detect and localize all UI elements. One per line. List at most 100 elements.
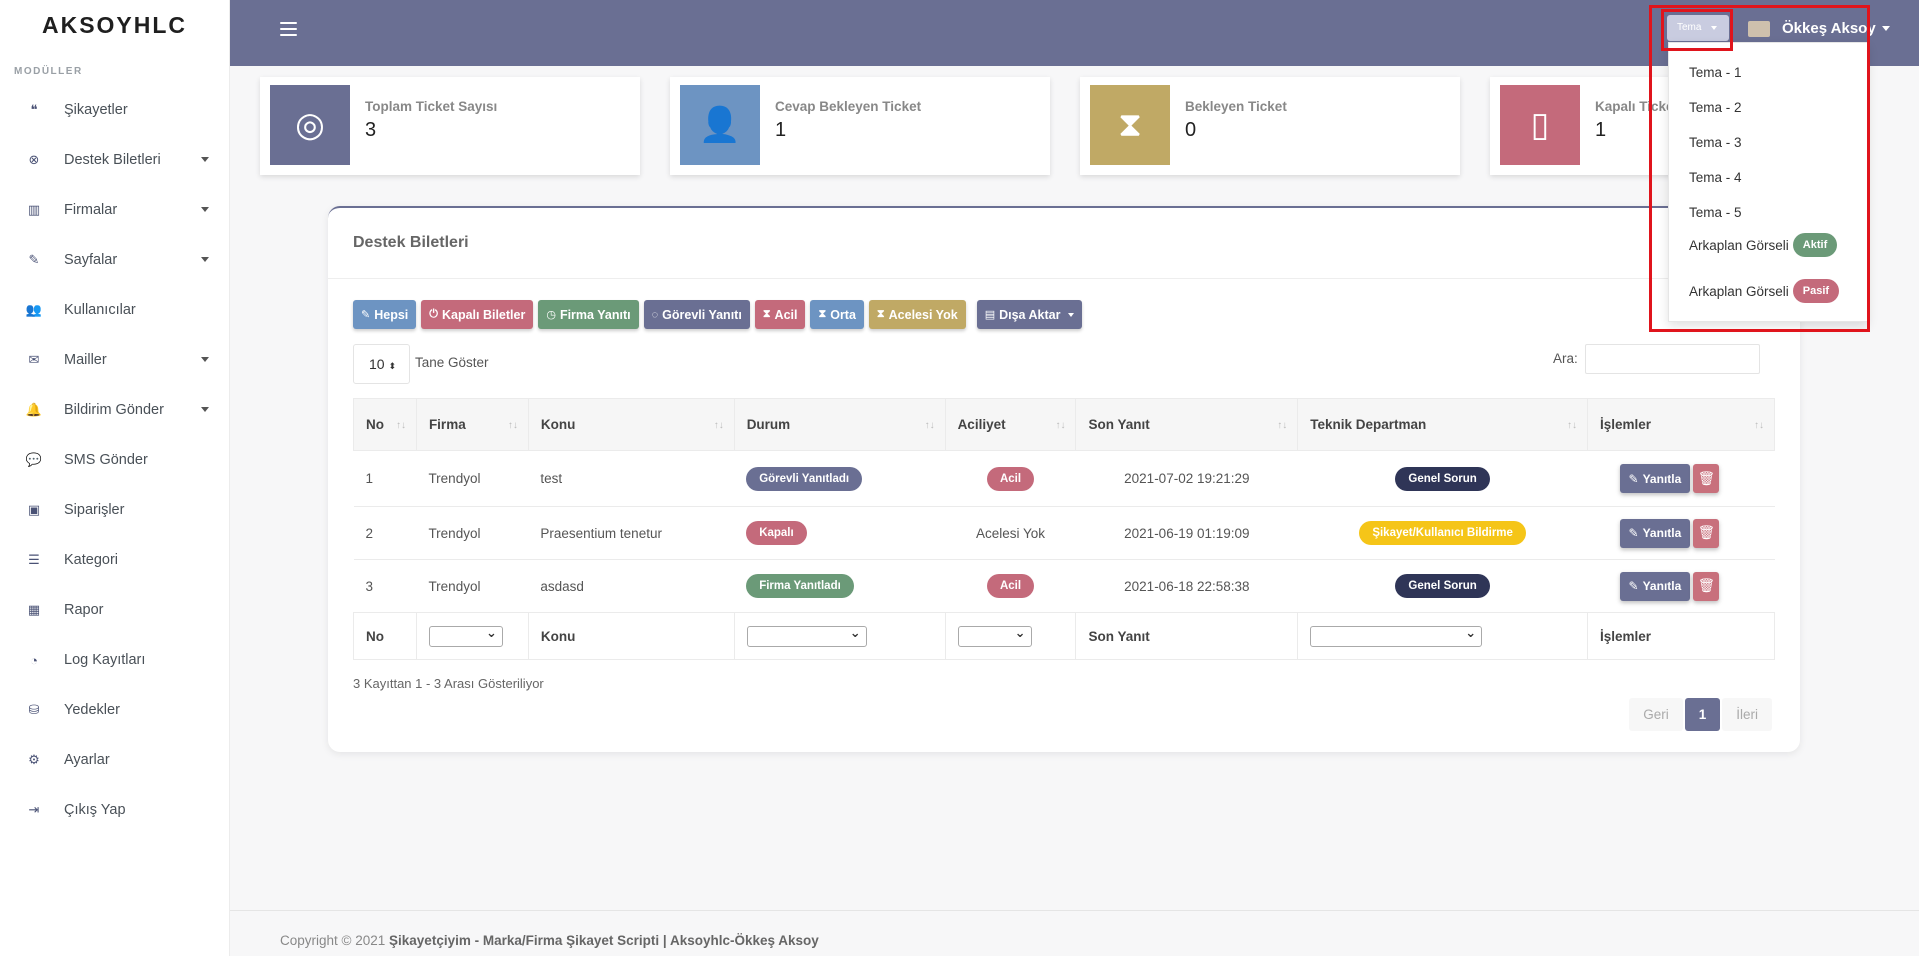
bell-icon: 🔔 xyxy=(25,402,43,417)
urgency-text: Acelesi Yok xyxy=(975,525,1046,541)
status-badge: Aktif xyxy=(1792,233,1838,257)
background-image-option[interactable]: Arkaplan Görseli Aktif xyxy=(1689,233,1838,257)
delete-button[interactable]: 🗑 xyxy=(1693,571,1720,601)
page-length-select[interactable]: 10 ⬍ xyxy=(353,344,410,384)
next-page-button[interactable]: İleri xyxy=(1722,698,1772,731)
filter-departman-select[interactable] xyxy=(1297,612,1589,660)
column-header[interactable]: Aciliyet ↑↓ xyxy=(944,398,1077,451)
filter-button[interactable]: ◌ Görevli Yanıtı xyxy=(643,300,750,329)
column-header[interactable]: Son Yanıt ↑↓ xyxy=(1075,398,1299,451)
theme-option[interactable]: Tema - 2 xyxy=(1689,100,1742,115)
menu-toggle-icon[interactable] xyxy=(280,22,297,36)
filter-button[interactable]: ⧗ Orta xyxy=(810,300,864,329)
column-header[interactable]: No ↑↓ xyxy=(353,398,417,451)
sidebar-item-14[interactable]: ⇥ Çıkış Yap xyxy=(0,785,229,835)
sort-icon: ↑↓ xyxy=(395,420,406,431)
cell-no: 1 xyxy=(353,450,417,507)
sidebar-item-label: Log Kayıtları xyxy=(64,652,146,668)
chevron-down-icon xyxy=(1068,312,1075,317)
footer-konu: Konu xyxy=(527,612,735,660)
filter-button[interactable]: ▤ Dışa Aktar xyxy=(976,300,1083,329)
sort-icon: ↑↓ xyxy=(1567,420,1578,431)
background-image-option[interactable]: Arkaplan Görseli Pasif xyxy=(1689,279,1840,303)
sidebar-item-3[interactable]: ✎ Sayfalar xyxy=(0,235,229,285)
sidebar-item-12[interactable]: ⛁ Yedekler xyxy=(0,685,229,735)
filter-durum-select[interactable] xyxy=(733,612,946,660)
theme-option[interactable]: Tema - 4 xyxy=(1689,170,1742,185)
avatar xyxy=(1748,20,1770,37)
page-1-button[interactable]: 1 xyxy=(1684,698,1721,731)
sidebar: AKSOYHLC MODÜLLER ❝ Şikayetler ⊗ Destek B… xyxy=(0,0,230,956)
hourglass-icon: ⧗ xyxy=(1090,85,1170,165)
page-length-label: Tane Göster xyxy=(415,355,489,370)
filter-icon: ◌ xyxy=(651,308,659,321)
user-menu[interactable]: Ökkeş Aksoy xyxy=(1748,20,1890,37)
chart-bar-icon: ▦ xyxy=(27,602,41,617)
theme-option[interactable]: Tema - 1 xyxy=(1689,65,1742,80)
theme-option[interactable]: Tema - 5 xyxy=(1689,205,1742,220)
sidebar-item-11[interactable]: ◔ Log Kayıtları xyxy=(0,635,229,685)
filter-aciliyet-select[interactable] xyxy=(944,612,1077,660)
column-header[interactable]: Durum ↑↓ xyxy=(733,398,946,451)
chevron-down-icon xyxy=(201,157,209,162)
sidebar-item-label: Şikayetler xyxy=(64,102,128,118)
filter-label: Acil xyxy=(774,307,798,322)
column-header[interactable]: Firma ↑↓ xyxy=(415,398,529,451)
sidebar-item-0[interactable]: ❝ Şikayetler xyxy=(0,85,229,135)
column-header[interactable]: Teknik Departman ↑↓ xyxy=(1297,398,1589,451)
sidebar-item-4[interactable]: 👥 Kullanıcılar xyxy=(0,285,229,335)
filter-icon: ◷ xyxy=(546,309,556,321)
sidebar-item-label: Siparişler xyxy=(64,502,125,518)
sidebar-item-10[interactable]: ▦ Rapor xyxy=(0,585,229,635)
theme-option[interactable]: Tema - 3 xyxy=(1689,135,1742,150)
cell-konu: Praesentium tenetur xyxy=(528,506,735,560)
sidebar-item-1[interactable]: ⊗ Destek Biletleri xyxy=(0,135,229,185)
filter-button[interactable]: ⧗ Acil xyxy=(754,300,806,329)
sidebar-item-label: Kategori xyxy=(64,552,119,568)
tickets-card: Destek Biletleri ✎ Hepsi ⏻ Kapalı Biletle… xyxy=(328,206,1800,752)
sidebar-item-7[interactable]: 💬 SMS Gönder xyxy=(0,435,229,485)
theme-dropdown-button[interactable]: Tema xyxy=(1667,15,1729,41)
column-header: İşlemler ↑↓ xyxy=(1587,398,1775,451)
search-input[interactable] xyxy=(1585,344,1760,374)
file-signature-icon: ✎ xyxy=(28,252,40,267)
sidebar-item-label: Destek Biletleri xyxy=(64,152,161,168)
footer-no: No xyxy=(353,612,417,660)
filter-icon: ⧗ xyxy=(876,308,885,320)
delete-button[interactable]: 🗑 xyxy=(1693,464,1720,493)
sidebar-item-label: Bildirim Gönder xyxy=(64,402,164,418)
copyright-prefix: Copyright © 2021 xyxy=(280,933,386,948)
filter-button[interactable]: ✎ Hepsi xyxy=(353,300,417,329)
sidebar-item-6[interactable]: 🔔 Bildirim Gönder xyxy=(0,385,229,435)
filter-label: Kapalı Biletler xyxy=(441,307,526,322)
sidebar-item-5[interactable]: ✉ Mailler xyxy=(0,335,229,385)
envelope-icon: ✉ xyxy=(28,352,40,367)
cogs-icon: ⚙ xyxy=(28,752,40,767)
filter-button[interactable]: ◷ Firma Yanıtı xyxy=(538,300,639,329)
stat-value: 0 xyxy=(1185,119,1197,141)
sidebar-item-2[interactable]: ▥ Firmalar xyxy=(0,185,229,235)
sidebar-item-9[interactable]: ☰ Kategori xyxy=(0,535,229,585)
reply-button[interactable]: ✎ Yanıtla xyxy=(1619,518,1691,548)
sidebar-item-13[interactable]: ⚙ Ayarlar xyxy=(0,735,229,785)
cell-durum: Görevli Yanıtladı xyxy=(734,450,946,507)
lifebuoy-icon: ◎ xyxy=(270,85,350,165)
sidebar-item-label: Kullanıcılar xyxy=(64,302,136,318)
filter-firma-select[interactable] xyxy=(415,612,529,660)
trash-icon: 🗑 xyxy=(1697,578,1715,593)
brand-logo[interactable]: AKSOYHLC xyxy=(0,0,229,50)
sidebar-item-label: Ayarlar xyxy=(64,752,110,768)
filter-button[interactable]: ⏻ Kapalı Biletler xyxy=(421,300,534,329)
filter-label: Görevli Yanıtı xyxy=(662,307,742,322)
filter-button[interactable]: ⧗ Acelesi Yok xyxy=(868,300,966,329)
reply-button[interactable]: ✎ Yanıtla xyxy=(1619,464,1691,493)
prev-page-button[interactable]: Geri xyxy=(1629,698,1683,731)
reply-button[interactable]: ✎ Yanıtla xyxy=(1619,571,1691,601)
delete-button[interactable]: 🗑 xyxy=(1693,518,1720,548)
column-header[interactable]: Konu ↑↓ xyxy=(527,398,735,451)
cell-actions: ✎ Yanıtla 🗑 xyxy=(1587,450,1775,507)
cell-actions: ✎ Yanıtla 🗑 xyxy=(1587,559,1775,613)
filter-icon: ▤ xyxy=(984,309,996,321)
sidebar-item-8[interactable]: ▣ Siparişler xyxy=(0,485,229,535)
sidebar-item-label: Yedekler xyxy=(64,702,120,718)
